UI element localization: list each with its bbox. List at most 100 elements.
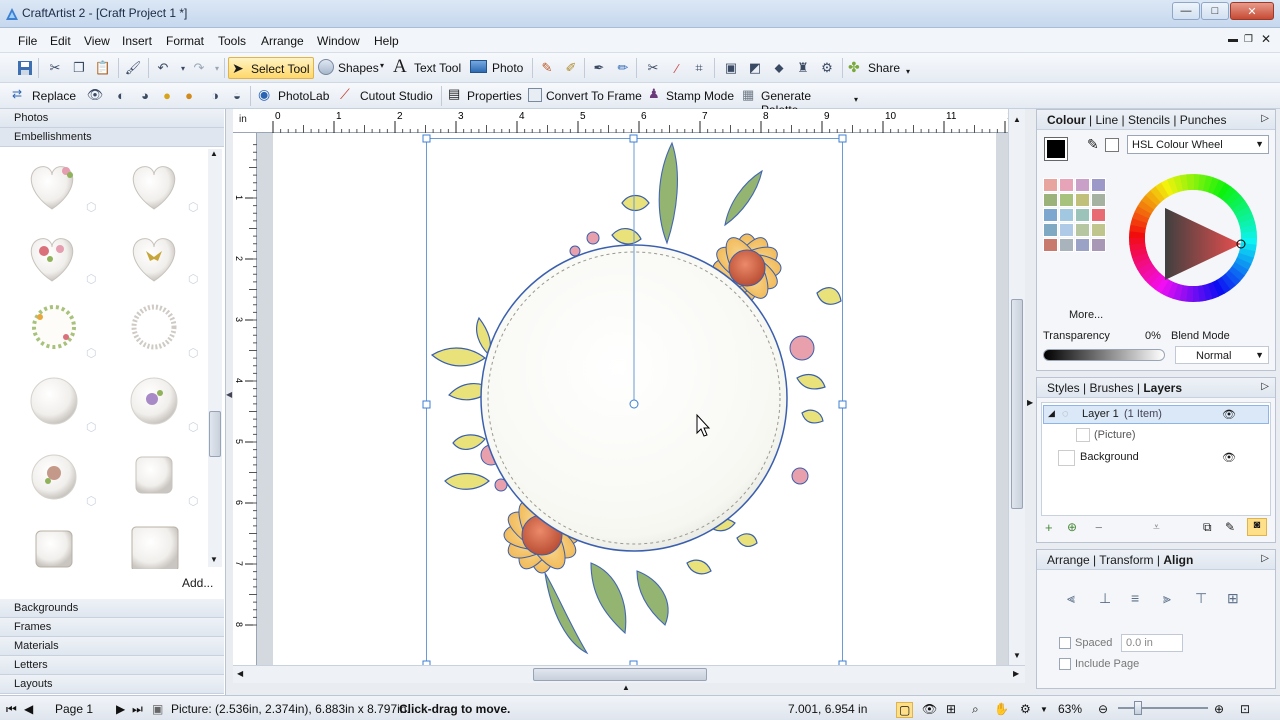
first-page-icon[interactable]: ⏮ [6, 702, 17, 717]
zoom-slider[interactable] [1118, 707, 1208, 709]
layer-row-picture[interactable]: (Picture) [1072, 427, 1262, 446]
colour-swatch[interactable] [1075, 193, 1090, 207]
panel-collapse-right-icon[interactable]: ▶ [1027, 398, 1033, 407]
colour-swatch[interactable] [1043, 193, 1058, 207]
menu-arrange[interactable]: Arrange [261, 34, 304, 48]
gear-icon[interactable]: ⚙ [818, 59, 836, 77]
shapes-button[interactable]: Shapes ▾ [318, 57, 388, 79]
tab-arrange[interactable]: Arrange [1047, 553, 1090, 567]
photo-button[interactable]: Photo [470, 57, 528, 79]
more-colours-link[interactable]: More... [1069, 309, 1103, 321]
add-layer-options-icon[interactable]: ⊕ [1067, 520, 1077, 534]
tab-stencils[interactable]: Stencils [1128, 113, 1170, 127]
copy-icon[interactable]: ❐ [70, 59, 88, 77]
add-node-icon[interactable]: ◕ [136, 86, 154, 104]
tab-punches[interactable]: Punches [1180, 113, 1227, 127]
adjust-color-icon[interactable]: ● [180, 86, 198, 104]
colour-swatch[interactable] [1075, 178, 1090, 192]
frames-tab[interactable]: Frames [0, 618, 224, 637]
text-tool-button[interactable]: A Text Tool [393, 56, 465, 79]
zoom-out-icon[interactable]: ⊖ [1098, 702, 1108, 716]
panel-menu-arrow-icon[interactable]: ▷ [1261, 113, 1269, 124]
colour-swatch[interactable] [1075, 238, 1090, 252]
merge-layer-icon[interactable]: ⩡ [1153, 520, 1160, 535]
colour-swatch[interactable] [1091, 208, 1106, 222]
chevron-down-icon[interactable]: ▼ [1040, 705, 1048, 714]
scroll-right-icon[interactable]: ▶ [1013, 669, 1019, 678]
scroll-up-icon[interactable]: ▲ [210, 149, 218, 158]
photolab-button[interactable]: ◉ PhotoLab [258, 86, 332, 106]
mdi-restore-button[interactable]: ❐ [1244, 34, 1253, 45]
letters-tab[interactable]: Letters [0, 656, 224, 675]
cutout-studio-button[interactable]: ⟋ Cutout Studio [340, 86, 438, 106]
gallery-scroll-thumb[interactable] [209, 411, 221, 457]
replace-button[interactable]: ⇄ Replace [12, 86, 78, 106]
colour-swatch[interactable] [1075, 208, 1090, 222]
redo-icon[interactable]: ↷ [190, 59, 208, 77]
colour-swatch[interactable] [1059, 193, 1074, 207]
align-top-icon[interactable]: ⊤ [1195, 590, 1207, 607]
panel-menu-arrow-icon[interactable]: ▷ [1261, 553, 1269, 564]
fill-colour-swatch[interactable] [1105, 138, 1119, 152]
pencil-icon[interactable]: ✏ [614, 59, 632, 77]
tab-transform[interactable]: Transform [1099, 553, 1153, 567]
align-right-icon[interactable]: ⫸ [1163, 590, 1171, 607]
tab-brushes[interactable]: Brushes [1089, 381, 1133, 395]
previous-page-icon[interactable]: ◀ [24, 702, 33, 716]
colour-swatch[interactable] [1059, 208, 1074, 222]
transparency-tool-icon[interactable]: ◩ [746, 59, 764, 77]
align-bottom-icon[interactable]: ⊥ [1099, 590, 1111, 607]
frame-tool-icon[interactable]: ▣ [722, 59, 740, 77]
toolbar-overflow-icon[interactable]: ▾ [906, 67, 910, 76]
select-tool-button[interactable]: ➤ Select Tool [228, 57, 314, 79]
cut-icon[interactable]: ✂ [46, 59, 64, 77]
crop-icon[interactable]: ⌗ [690, 59, 708, 77]
grid-icon[interactable]: ⊞ [946, 702, 956, 716]
generate-palette-button[interactable]: ▦ Generate Palette [742, 86, 850, 117]
colour-swatch[interactable] [1091, 223, 1106, 237]
menu-tools[interactable]: Tools [218, 34, 246, 48]
pen-icon[interactable]: ✒ [590, 59, 608, 77]
menu-window[interactable]: Window [317, 34, 360, 48]
eye-icon[interactable]: 👁 [1222, 408, 1236, 421]
minimize-button[interactable]: — [1172, 2, 1200, 20]
panel-menu-arrow-icon[interactable]: ▷ [1261, 381, 1269, 392]
colour-swatch[interactable] [1059, 178, 1074, 192]
fit-page-icon[interactable]: ▢ [896, 702, 914, 718]
adjust-brightness-icon[interactable]: ● [158, 86, 176, 104]
gallery-scrollbar[interactable]: ▲ ▼ [208, 149, 222, 567]
tab-line[interactable]: Line [1095, 113, 1118, 127]
tab-align[interactable]: Align [1163, 553, 1193, 567]
maximize-button[interactable]: □ [1201, 2, 1229, 20]
contrast-icon[interactable]: ◑ [206, 86, 224, 104]
share-button[interactable]: ✤ Share [848, 57, 904, 79]
colour-swatch[interactable] [1091, 178, 1106, 192]
scissors-icon[interactable]: ✂ [644, 59, 662, 77]
canvas-hscroll-thumb[interactable] [533, 668, 707, 681]
close-button[interactable]: ✕ [1230, 2, 1274, 20]
backgrounds-tab[interactable]: Backgrounds [0, 599, 224, 618]
effect-brush-icon[interactable]: ✐ [562, 59, 580, 77]
eye-icon[interactable]: 👁 [1222, 451, 1236, 464]
colour-swatch[interactable] [1059, 223, 1074, 237]
layouts-tab[interactable]: Layouts [0, 675, 224, 694]
fit-width-icon[interactable]: ⊡ [1240, 702, 1250, 716]
layer-row-layer-1[interactable]: ◢ ◌ Layer 1 (1 Item) 👁 [1043, 405, 1269, 424]
panel-collapse-left-icon[interactable]: ◀ [226, 390, 232, 410]
colour-swatch[interactable] [1091, 193, 1106, 207]
fill-tool-icon[interactable]: ⬥ [770, 59, 788, 77]
zoom-tool-icon[interactable]: ⚙ [1020, 702, 1031, 716]
remove-layer-icon[interactable]: − [1095, 520, 1103, 535]
menu-view[interactable]: View [84, 34, 110, 48]
scroll-up-icon[interactable]: ▲ [1013, 115, 1021, 124]
preview-eye-icon[interactable]: 👁 [922, 702, 937, 716]
spaced-value-field[interactable]: 0.0 in [1121, 634, 1183, 652]
rotate-left-icon[interactable]: ◐ [112, 86, 130, 104]
pan-hand-icon[interactable]: ✋ [994, 702, 1009, 716]
eyedropper-icon[interactable]: ✎ [1087, 136, 1099, 153]
layer-row-background[interactable]: Background 👁 [1044, 449, 1270, 468]
undo-icon[interactable]: ↶ [154, 59, 172, 77]
convert-to-frame-button[interactable]: Convert To Frame [528, 86, 642, 106]
colour-swatch[interactable] [1075, 223, 1090, 237]
floral-frame-picture[interactable] [257, 133, 1008, 665]
